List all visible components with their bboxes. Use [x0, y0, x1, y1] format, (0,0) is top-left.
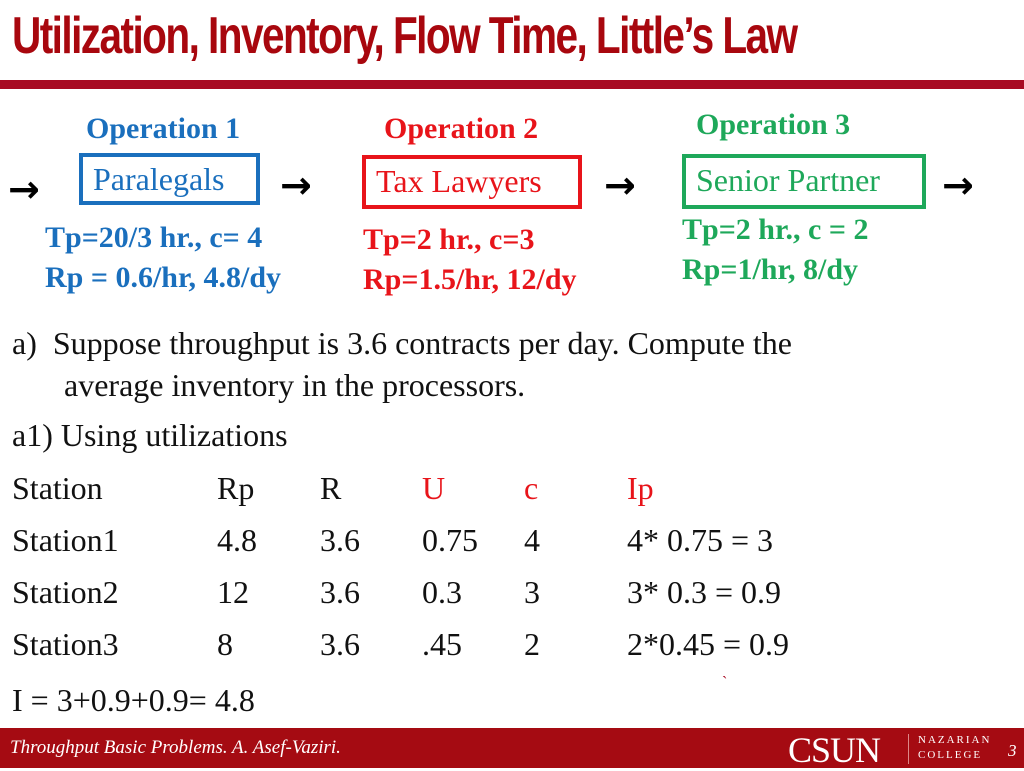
cell-ip: 2*0.45 = 0.9: [627, 626, 790, 662]
footer-divider: [908, 734, 909, 764]
operation-1-box: Paralegals: [79, 153, 260, 205]
cell-ip: 4* 0.75 = 3: [627, 522, 774, 558]
arrow-right-icon: →: [942, 163, 974, 207]
csun-logo: CSUN: [788, 730, 881, 770]
arrow-right-icon: →: [8, 167, 40, 211]
cell-r: 3.6: [320, 626, 360, 662]
question-block: a) Suppose throughput is 3.6 contracts p…: [12, 322, 792, 456]
cell-station: Station1: [12, 522, 119, 558]
operation-2-box: Tax Lawyers: [362, 155, 582, 209]
header-rp: Rp: [217, 470, 255, 506]
question-subpart: a1) Using utilizations: [12, 417, 288, 453]
cell-rp: 4.8: [217, 522, 257, 558]
slide-title: Utilization, Inventory, Flow Time, Littl…: [12, 7, 798, 65]
page-number: 3: [1008, 741, 1017, 760]
question-marker: a): [12, 325, 37, 361]
question-line-1: Suppose throughput is 3.6 contracts per …: [52, 325, 792, 361]
operation-3-label: Operation 3: [696, 108, 851, 141]
footer-bar: Throughput Basic Problems. A. Asef-Vazir…: [0, 728, 1024, 770]
college-line-2: COLLEGE: [918, 749, 983, 761]
header-c: c: [524, 470, 539, 506]
cell-rp: 12: [217, 574, 249, 610]
operation-2-rp: Rp=1.5/hr, 12/dy: [363, 263, 577, 296]
header-r: R: [320, 470, 342, 506]
total-inventory: I = 3+0.9+0.9= 4.8: [12, 682, 255, 718]
operation-3-box: Senior Partner: [682, 154, 926, 209]
header-station: Station: [12, 470, 103, 506]
cell-u: 0.75: [422, 522, 478, 558]
question-line-2: average inventory in the processors.: [64, 367, 526, 403]
operation-2-params: Tp=2 hr., c=3 Rp=1.5/hr, 12/dy: [363, 220, 577, 300]
title-divider: [0, 80, 1024, 89]
cell-ip: 3* 0.3 = 0.9: [627, 574, 782, 610]
footer-caption: Throughput Basic Problems. A. Asef-Vazir…: [10, 737, 341, 758]
operation-3-params: Tp=2 hr., c = 2 Rp=1/hr, 8/dy: [682, 210, 868, 290]
cell-c: 4: [524, 522, 540, 558]
cell-r: 3.6: [320, 522, 360, 558]
cell-station: Station3: [12, 626, 119, 662]
college-name: NAZARIAN COLLEGE: [918, 733, 991, 763]
cell-rp: 8: [217, 626, 233, 662]
arrow-right-icon: →: [280, 163, 312, 207]
arrow-right-icon: →: [604, 163, 636, 207]
operation-2-label: Operation 2: [384, 112, 539, 145]
operation-1-tp: Tp=20/3 hr., c= 4: [45, 221, 263, 254]
operation-2-resource: Tax Lawyers: [376, 163, 542, 199]
operation-1-label: Operation 1: [86, 112, 241, 145]
operation-1-rp: Rp = 0.6/hr, 4.8/dy: [45, 261, 282, 294]
cell-station: Station2: [12, 574, 119, 610]
header-u: U: [422, 470, 446, 506]
header-ip: Ip: [627, 470, 654, 506]
operation-3-rp: Rp=1/hr, 8/dy: [682, 253, 859, 286]
cell-u: .45: [422, 626, 462, 662]
cell-r: 3.6: [320, 574, 360, 610]
cell-u: 0.3: [422, 574, 462, 610]
operation-1-params: Tp=20/3 hr., c= 4 Rp = 0.6/hr, 4.8/dy: [45, 218, 281, 298]
operation-2-tp: Tp=2 hr., c=3: [363, 223, 535, 256]
operation-3-tp: Tp=2 hr., c = 2: [682, 213, 869, 246]
cell-c: 2: [524, 626, 540, 662]
cell-c: 3: [524, 574, 540, 610]
stray-mark: `: [722, 674, 728, 691]
operation-3-resource: Senior Partner: [696, 162, 880, 198]
college-line-1: NAZARIAN: [918, 734, 992, 746]
operation-1-resource: Paralegals: [93, 161, 225, 197]
